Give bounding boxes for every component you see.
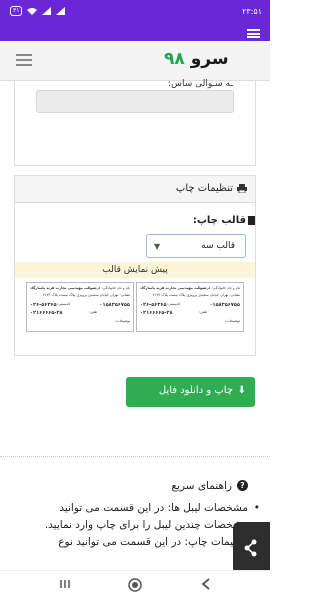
label-phone: ۰۲۶-۵۶۳۶۵ — [140, 302, 167, 308]
text-field[interactable] — [36, 90, 234, 113]
status-bar: ۳۱ ۲۳:۵۱ — [0, 0, 270, 25]
download-icon: ⬇ — [237, 385, 246, 396]
print-download-label: چاپ و دانلود فایل — [158, 385, 233, 396]
label-desc: توضیحات: — [224, 319, 240, 323]
app-menu-icon[interactable] — [247, 29, 260, 38]
back-icon[interactable] — [199, 577, 213, 591]
label-mobile-caption: تلفن: — [89, 310, 97, 314]
label-mobile: ۰۲۱۶۶۶۶۵-۲۸ — [140, 310, 173, 316]
previous-card: ـه سـوالی ساس: — [14, 79, 256, 166]
label-address: نشانی: تهران خیابان سعیدی پرویزی پلاک بی… — [152, 293, 240, 297]
system-nav-bar — [0, 570, 270, 600]
print-download-button[interactable]: چاپ و دانلود فایل ⬇ — [126, 377, 255, 407]
home-icon[interactable] — [127, 577, 143, 593]
signal-icon — [42, 7, 52, 15]
status-icons: ۳۱ — [10, 6, 66, 16]
label-mobile: ۰۲۱۶۶۶۶۵-۲۸ — [30, 310, 63, 316]
label-mobile-caption: تلفن: — [199, 310, 207, 314]
label-company: شرکت مهندسی تجارت فرید پاسارگاد — [30, 286, 96, 290]
site-logo[interactable]: سرو ۹۸ — [164, 49, 229, 69]
guide-item: تنظیمات چاپ: در این قسمت می توانید نوع — [30, 534, 260, 551]
guide-title: راهنمای سریع — [171, 480, 232, 492]
label-postal-caption: کدپستی: — [167, 302, 181, 306]
label-postal-caption: کدپستی: — [57, 302, 71, 306]
template-selected-value: قالب سه — [201, 241, 235, 251]
partial-label: ـه سـوالی ساس: — [167, 79, 233, 89]
print-settings-card: تنظیمات چاپ قالب چاپ: قالب سه ▼ پیش نمای… — [14, 175, 256, 356]
label-phone: ۰۲۶-۵۶۳۶۵ — [30, 302, 57, 308]
template-label: قالب چاپ: — [192, 215, 246, 226]
share-button[interactable] — [233, 522, 270, 574]
label-preview-card: نام و نام خانوادگی: فرستنده شرکت مهندسی … — [136, 282, 244, 332]
recent-apps-icon[interactable] — [58, 577, 72, 591]
chevron-down-icon: ▼ — [154, 242, 161, 251]
question-icon: ? — [237, 480, 248, 491]
app-bar — [0, 25, 270, 41]
battery-icon: ۳۱ — [10, 6, 23, 16]
printer-icon — [237, 184, 247, 193]
site-menu-icon[interactable] — [16, 54, 32, 66]
logo-text: سرو — [190, 49, 229, 69]
label-desc: توضیحات: — [114, 319, 130, 323]
label-preview-card: نام و نام خانوادگی: فرستنده شرکت مهندسی … — [26, 282, 134, 332]
template-preview-label: پیش نمایش قالب — [15, 262, 255, 278]
print-settings-title: تنظیمات چاپ — [175, 183, 233, 194]
guide-list: مشخصات لیبل ها: در این قسمت می توانید مش… — [30, 500, 260, 551]
share-icon — [244, 539, 257, 557]
status-time: ۲۳:۵۱ — [242, 7, 262, 16]
template-select[interactable]: قالب سه ▼ — [146, 234, 246, 258]
logo-number: ۹۸ — [164, 49, 185, 69]
bookmark-icon — [248, 216, 255, 225]
label-postal-code: ۰۱۵۸۳۵۶۷۵۵ — [99, 302, 130, 308]
section-divider — [0, 456, 270, 457]
signal-icon-2 — [56, 7, 66, 15]
label-company: شرکت مهندسی تجارت فرید پاسارگاد — [140, 286, 206, 290]
label-address: نشانی: تهران خیابان سعیدی پرویزی پلاک بی… — [42, 293, 130, 297]
wifi-icon — [27, 8, 38, 15]
print-settings-header: تنظیمات چاپ — [15, 176, 255, 203]
label-postal-code: ۰۱۵۸۳۵۶۷۵۵ — [209, 302, 240, 308]
guide-item: مشخصات لیبل ها: در این قسمت می توانید مش… — [30, 500, 260, 534]
site-header: سرو ۹۸ — [0, 41, 270, 81]
label-preview: نام و نام خانوادگی: فرستنده شرکت مهندسی … — [26, 282, 244, 332]
